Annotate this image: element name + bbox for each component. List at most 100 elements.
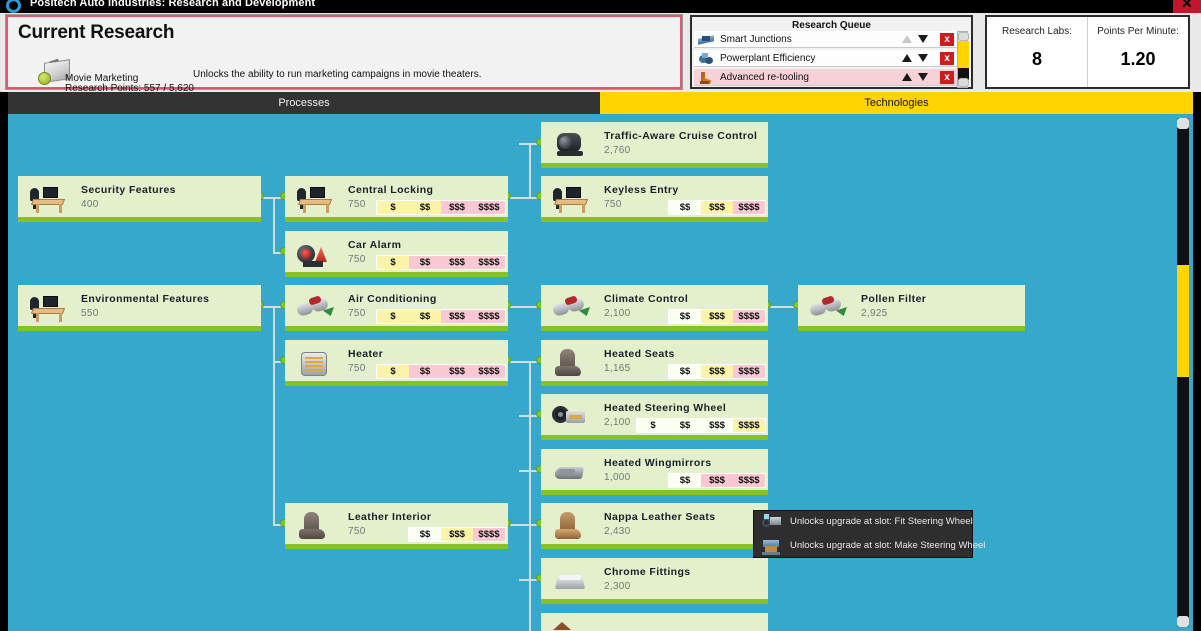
price-tier-badge: $$$$ (473, 256, 505, 269)
queue-scroll-thumb[interactable] (958, 41, 969, 68)
research-queue-panel: Research Queue Smart Junctions x Powerplan… (690, 15, 973, 89)
price-tier-badge: $ (377, 201, 409, 214)
tech-node[interactable]: Heated Steering Wheel 2,100 $ $$ $$$ $$$$ (541, 394, 768, 440)
current-research-panel: Current Research Movie Marketing Researc… (5, 14, 683, 94)
connector-line (529, 524, 531, 631)
tech-node[interactable]: Pollen Filter 2,925 (798, 285, 1025, 331)
tech-node[interactable]: Central Locking 750 $ $$ $$$ $$$$ (285, 176, 508, 222)
tech-node-cost: 750 (348, 199, 366, 210)
price-tier-badges: $$ $$$ $$$$ (668, 200, 766, 215)
radiator-icon (293, 346, 337, 378)
tab-technologies[interactable]: Technologies (600, 92, 1193, 114)
tech-node[interactable]: Climate Control 2,100 $$ $$$ $$$$ (541, 285, 768, 331)
technology-tree-canvas[interactable]: Traffic-Aware Cruise Control 2,760 Securit… (8, 114, 1193, 631)
tech-node[interactable]: Chrome Fittings 2,300 (541, 558, 768, 604)
desk-icon (549, 182, 593, 214)
queue-item[interactable]: Smart Junctions x (694, 31, 959, 48)
top-panel-strip: Current Research Movie Marketing Researc… (0, 13, 1201, 94)
tech-node-title: Heater (348, 348, 384, 360)
tech-node-title: Heated Seats (604, 348, 675, 360)
queue-scroll-down-button[interactable] (958, 78, 969, 87)
tech-node[interactable]: Heater 750 $ $$ $$$ $$$$ (285, 340, 508, 386)
price-tier-badge: $$$ (441, 256, 473, 269)
tech-node-partial[interactable] (541, 613, 768, 631)
tech-node[interactable]: Keyless Entry 750 $$ $$$ $$$$ (541, 176, 768, 222)
tech-node[interactable]: Traffic-Aware Cruise Control 2,760 (541, 122, 768, 168)
current-research-description: Unlocks the ability to run marketing cam… (193, 69, 482, 80)
price-tier-badge: $$ (409, 528, 441, 541)
price-tier-badge: $$ (409, 310, 441, 323)
tech-node-cost: 400 (81, 199, 99, 210)
queue-move-up-button[interactable] (902, 54, 912, 62)
tech-node-cost: 2,925 (861, 308, 888, 319)
tech-node[interactable]: Nappa Leather Seats 2,430 (541, 503, 768, 549)
close-button[interactable]: ✕ (1173, 0, 1201, 13)
mirror-icon (549, 455, 593, 487)
tech-node[interactable]: Heated Seats 1,165 $$ $$$ $$$$ (541, 340, 768, 386)
price-tier-badge: $$$ (701, 310, 733, 323)
queue-move-up-button[interactable] (902, 73, 912, 81)
tree-scrollbar[interactable] (1177, 118, 1189, 627)
queue-move-down-button[interactable] (918, 73, 928, 81)
tech-node[interactable]: Car Alarm 750 $ $$ $$$ $$$$ (285, 231, 508, 277)
price-tier-badge: $$$$ (473, 201, 505, 214)
queue-move-down-button[interactable] (918, 35, 928, 43)
scroll-down-button[interactable] (1177, 616, 1189, 627)
scroll-thumb[interactable] (1177, 265, 1189, 377)
price-tier-badge: $$$ (701, 201, 733, 214)
tab-bar: Processes Technologies (0, 92, 1201, 114)
tab-processes[interactable]: Processes (8, 92, 600, 114)
tech-node-title: Heated Wingmirrors (604, 457, 712, 469)
stat-value: 8 (1031, 49, 1042, 69)
price-tier-badge: $$ (409, 365, 441, 378)
queue-remove-button[interactable]: x (940, 52, 954, 65)
tech-node-title: Traffic-Aware Cruise Control (604, 130, 758, 142)
tech-node[interactable]: Air Conditioning 750 $ $$ $$$ $$$$ (285, 285, 508, 331)
tech-node[interactable]: Security Features 400 (18, 176, 261, 222)
steering-wheel-icon (549, 400, 593, 432)
price-tier-badge: $$$ (441, 365, 473, 378)
queue-item[interactable]: Advanced re-tooling x (694, 69, 959, 86)
smart-junctions-icon (698, 33, 714, 46)
price-tier-badge: $$ (409, 201, 441, 214)
stat-value: 1.20 (1120, 49, 1156, 69)
queue-scrollbar[interactable] (957, 31, 969, 88)
price-tier-badge: $ (377, 310, 409, 323)
scroll-up-button[interactable] (1177, 118, 1189, 129)
queue-remove-button[interactable]: x (940, 71, 954, 84)
compressor-icon (293, 291, 337, 323)
desk-icon (26, 291, 70, 323)
price-tier-badges: $ $$ $$$ $$$$ (376, 309, 506, 324)
tech-node-cost: 1,165 (604, 363, 631, 374)
tech-node[interactable]: Heated Wingmirrors 1,000 $$ $$$ $$$$ (541, 449, 768, 495)
tooltip-text: Unlocks upgrade at slot: Fit Steering Wh… (790, 516, 973, 527)
window-title: Positech Auto Industries: Research and D… (30, 0, 316, 9)
tech-node-cost: 2,760 (604, 145, 631, 156)
partial-node-icon (553, 622, 571, 630)
price-tier-badges: $ $$ $$$ $$$$ (376, 200, 506, 215)
tech-node-title: Environmental Features (81, 293, 210, 305)
tech-node-title: Leather Interior (348, 511, 432, 523)
queue-scroll-up-button[interactable] (958, 32, 969, 41)
tech-node-cost: 1,000 (604, 472, 631, 483)
queue-item-label: Powerplant Efficiency (720, 53, 816, 64)
queue-item[interactable]: Powerplant Efficiency x (694, 50, 959, 67)
price-tier-badge: $$$$ (733, 365, 765, 378)
queue-item-label: Smart Junctions (720, 34, 792, 45)
tech-node[interactable]: Leather Interior 750 $$ $$$ $$$$ (285, 503, 508, 549)
price-tier-badge: $$ (669, 365, 701, 378)
connector-line (273, 306, 275, 361)
tech-node-title: Keyless Entry (604, 184, 679, 196)
price-tier-badge: $$ (669, 474, 701, 487)
tech-node[interactable]: Environmental Features 550 (18, 285, 261, 331)
research-queue-title: Research Queue (792, 20, 871, 31)
alarm-icon (293, 237, 337, 269)
price-tier-badge: $ (377, 256, 409, 269)
queue-remove-button[interactable]: x (940, 33, 954, 46)
tech-node-cost: 2,300 (604, 581, 631, 592)
tech-node-cost: 750 (348, 254, 366, 265)
queue-move-down-button[interactable] (918, 54, 928, 62)
stat-label: Points Per Minute: (1097, 26, 1179, 37)
price-tier-badge: $$$$ (733, 474, 765, 487)
research-labs-stat: Research Labs: 8 (987, 17, 1087, 87)
